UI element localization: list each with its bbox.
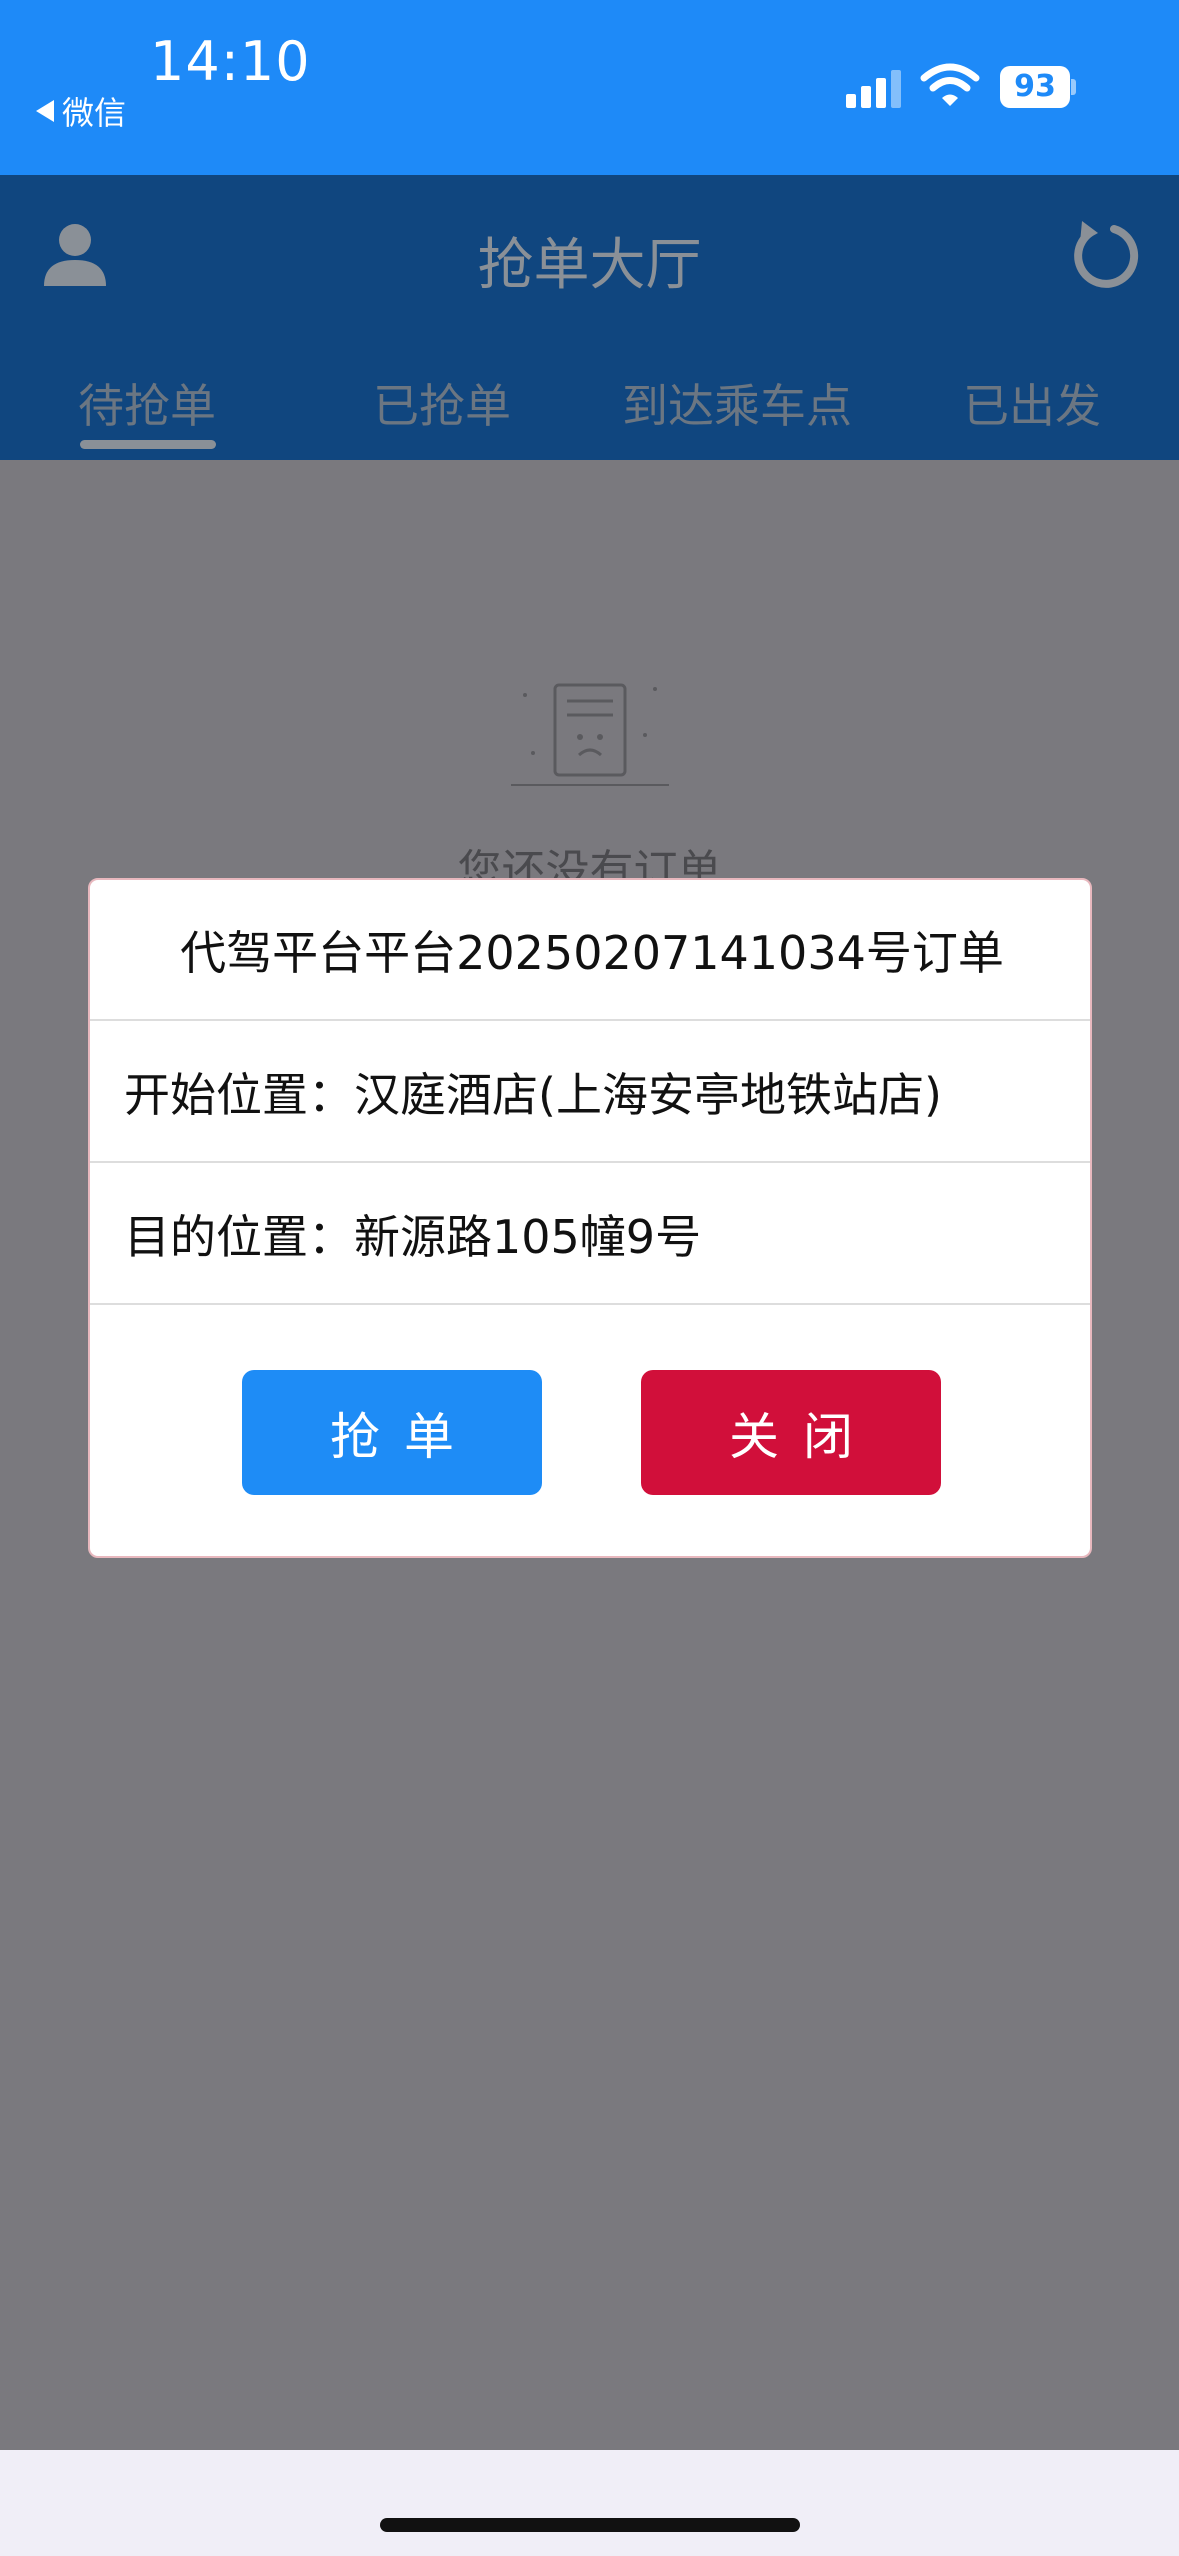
status-time: 14:10 xyxy=(150,30,311,93)
order-title: 代驾平台平台20250207141034号订单 xyxy=(90,880,1090,1021)
back-to-app-link[interactable]: 微信 xyxy=(36,88,126,134)
back-app-label: 微信 xyxy=(62,94,127,132)
tab-pending[interactable]: 待抢单 xyxy=(0,370,294,436)
page-title: 抢单大厅 xyxy=(477,233,702,298)
grab-order-button[interactable]: 抢单 xyxy=(242,1370,542,1495)
close-button[interactable]: 关闭 xyxy=(641,1370,941,1495)
order-dialog: 代驾平台平台20250207141034号订单 开始位置：汉庭酒店(上海安亭地铁… xyxy=(88,878,1092,1558)
empty-document-icon xyxy=(511,683,669,786)
wifi-icon xyxy=(920,63,980,106)
status-bar: 14:10 微信 93 xyxy=(0,0,1179,175)
destination-location: 目的位置：新源路105幢9号 xyxy=(90,1164,1090,1305)
signal-icon xyxy=(846,70,901,108)
back-arrow-icon xyxy=(36,100,54,122)
active-tab-indicator xyxy=(80,440,216,449)
start-location: 开始位置：汉庭酒店(上海安亭地铁站店) xyxy=(90,1022,1090,1163)
tab-grabbed[interactable]: 已抢单 xyxy=(295,370,589,436)
battery-level: 93 xyxy=(1000,66,1070,108)
battery-icon: 93 xyxy=(1000,66,1076,108)
home-indicator[interactable] xyxy=(380,2518,800,2532)
refresh-icon[interactable] xyxy=(1068,217,1140,289)
home-indicator-area xyxy=(0,2450,1179,2556)
tab-arrived[interactable]: 到达乘车点 xyxy=(590,370,884,436)
tab-departed[interactable]: 已出发 xyxy=(885,370,1179,436)
app-header: 抢单大厅 待抢单 已抢单 到达乘车点 已出发 xyxy=(0,175,1179,460)
